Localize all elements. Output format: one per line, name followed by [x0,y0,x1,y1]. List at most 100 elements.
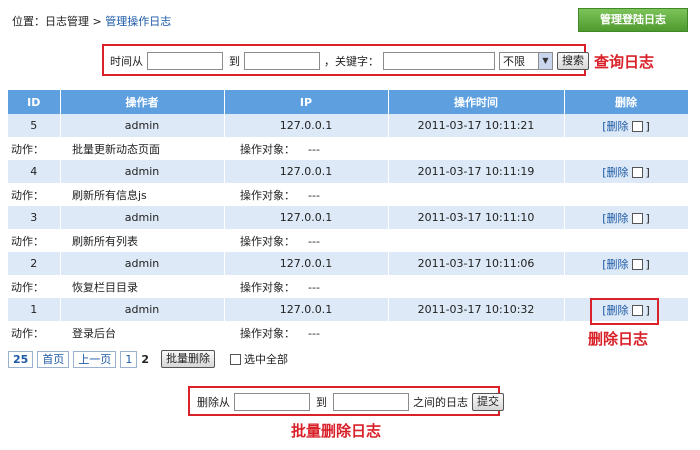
detail-cell: 动作： 批量更新动态页面 操作对象： --- [8,137,688,160]
annotation-batch: 批量删除日志 [291,422,382,440]
annotation-search: 查询日志 [594,53,655,71]
cell-operator: admin [60,252,225,275]
header-delete: 删除 [564,90,689,114]
cell-id: 2 [8,252,61,275]
action-value: 刷新所有信息js [72,188,147,202]
row-checkbox[interactable] [631,259,643,270]
page-2-current: 2 [141,352,149,366]
action-value: 批量更新动态页面 [72,142,160,156]
keyword-input[interactable] [383,52,495,70]
target-label: 操作对象： [240,280,295,294]
time-from-label: 时间从 [110,55,143,68]
cell-time: 2011-03-17 10:11:21 [388,114,565,137]
row-checkbox[interactable] [631,121,643,132]
cell-id: 3 [8,206,61,229]
chevron-down-icon: ▼ [538,53,552,69]
target-value: --- [308,234,320,248]
detail-cell: 动作： 恢复栏目目录 操作对象： --- [8,275,688,298]
batch-submit-button[interactable]: 提交 [472,393,504,411]
cell-delete: [删除] [564,206,689,229]
header-operator: 操作者 [60,90,225,114]
cell-time: 2011-03-17 10:11:10 [388,206,565,229]
cell-id: 1 [8,298,61,321]
target-value: --- [308,280,320,294]
cell-delete: [删除] [564,160,689,183]
batch-to-label: 到 [316,396,327,409]
delete-bracket: ] [645,165,650,179]
target-value: --- [308,142,320,156]
breadcrumb-current[interactable]: 管理操作日志 [105,15,171,28]
annotation-delete: 删除日志 [588,330,649,348]
batch-from-input[interactable] [234,393,310,411]
delete-link[interactable]: [删除 [602,120,628,133]
cell-operator: admin [60,206,225,229]
action-label: 动作： [11,142,44,156]
table-row: 5 admin 127.0.0.1 2011-03-17 10:11:21 [删除] [8,114,689,137]
table-header-row: ID 操作者 IP 操作时间 删除 [8,90,689,114]
cell-operator: admin [60,114,225,137]
time-to-input[interactable] [244,52,320,70]
select-all-checkbox[interactable] [229,353,241,365]
header-ip: IP [224,90,389,114]
cell-delete: [删除] [564,114,689,137]
prev-page-link[interactable]: 上一页 [73,350,117,368]
delete-bracket: ] [645,211,650,225]
batch-to-input[interactable] [333,393,409,411]
search-button[interactable]: 搜索 [557,52,589,70]
select-all[interactable]: 选中全部 [227,351,288,367]
action-label: 动作： [11,280,44,294]
table-detail-row: 动作： 登录后台 操作对象： --- [8,321,688,344]
scope-select[interactable]: 不限 ▼ [499,52,553,70]
table-row: 1 admin 127.0.0.1 2011-03-17 10:10:32 [删除] [8,298,689,321]
first-page-link[interactable]: 首页 [37,350,70,368]
table-row: 2 admin 127.0.0.1 2011-03-17 10:11:06 [删除] [8,252,689,275]
cell-ip: 127.0.0.1 [224,160,389,183]
action-label: 动作： [11,326,44,340]
pager: 25 首页 上一页 1 2 批量删除 选中全部 [8,350,288,368]
time-from-input[interactable] [147,52,223,70]
row-checkbox[interactable] [631,167,643,178]
target-label: 操作对象： [240,326,295,340]
cell-time: 2011-03-17 10:10:32 [388,298,565,321]
table-row: 4 admin 127.0.0.1 2011-03-17 10:11:19 [删除] [8,160,689,183]
time-to-label: 到 [229,55,240,68]
table-detail-row: 动作： 刷新所有列表 操作对象： --- [8,229,688,252]
record-count: 25 [8,350,34,368]
cell-delete: [删除] [564,252,689,275]
cell-time: 2011-03-17 10:11:06 [388,252,565,275]
table-row: 3 admin 127.0.0.1 2011-03-17 10:11:10 [删除] [8,206,689,229]
delete-link[interactable]: [删除 [602,212,628,225]
delete-link[interactable]: [删除 [602,258,628,271]
cell-operator: admin [60,160,225,183]
action-label: 动作： [11,234,44,248]
batch-delete-button[interactable]: 批量删除 [160,350,215,368]
detail-cell: 动作： 刷新所有列表 操作对象： --- [8,229,688,252]
login-log-button[interactable]: 管理登陆日志 [578,8,688,32]
page-1-link[interactable]: 1 [120,350,138,368]
log-table: ID 操作者 IP 操作时间 删除 5 admin 127.0.0.1 2011-03… [8,90,689,344]
batch-delete-bar: 删除从 到 之间的日志 提交 [188,386,504,416]
table-detail-row: 动作： 批量更新动态页面 操作对象： --- [8,137,688,160]
keyword-label: ，关键字： [324,55,379,68]
action-value: 刷新所有列表 [72,234,138,248]
cell-id: 4 [8,160,61,183]
batch-suffix-label: 之间的日志 [413,396,468,409]
header-id: ID [8,90,61,114]
cell-id: 5 [8,114,61,137]
delete-bracket: ] [645,119,650,133]
header-time: 操作时间 [388,90,565,114]
batch-from-label: 删除从 [197,396,230,409]
target-label: 操作对象： [240,234,295,248]
search-bar: 时间从 到 ，关键字： 不限 ▼ 搜索 [102,44,589,76]
table-detail-row: 动作： 恢复栏目目录 操作对象： --- [8,275,688,298]
select-all-label: 选中全部 [243,353,288,366]
detail-cell: 动作： 刷新所有信息js 操作对象： --- [8,183,688,206]
delete-link[interactable]: [删除 [602,166,628,179]
cell-ip: 127.0.0.1 [224,298,389,321]
action-value: 登录后台 [72,326,116,340]
target-value: --- [308,188,320,202]
row-checkbox[interactable] [631,213,643,224]
breadcrumb: 位置：日志管理 > 管理操作日志 [12,13,171,29]
table-detail-row: 动作： 刷新所有信息js 操作对象： --- [8,183,688,206]
delete-highlight-box [590,298,659,325]
